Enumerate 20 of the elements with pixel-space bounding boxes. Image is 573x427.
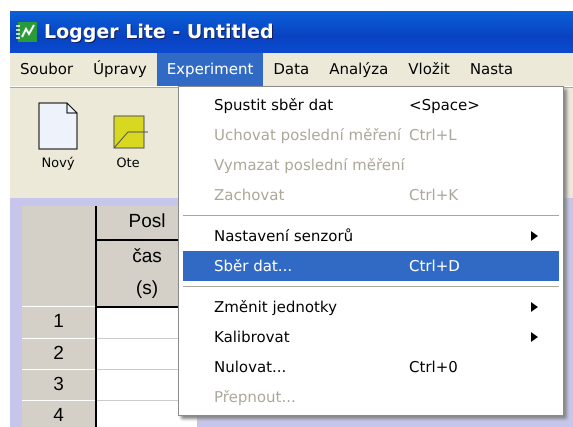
app-icon xyxy=(16,21,38,43)
menu-item[interactable]: Experiment xyxy=(156,53,264,86)
window-title: Logger Lite - Untitled xyxy=(44,21,274,43)
row-number: 4 xyxy=(22,400,96,427)
row-number: 1 xyxy=(22,306,96,338)
document-icon xyxy=(38,102,78,150)
menu-item[interactable]: Vložit xyxy=(398,53,460,86)
menu-item[interactable]: Data xyxy=(263,53,320,86)
menu-item[interactable]: Spustit sběr dat <Space> xyxy=(183,90,559,120)
row-number: 2 xyxy=(22,338,96,369)
menu-item[interactable]: Úpravy xyxy=(83,53,157,86)
open-button[interactable]: Ote xyxy=(100,88,156,199)
row-number: 3 xyxy=(22,369,96,400)
menu-item[interactable]: Nasta xyxy=(460,53,524,86)
menu-item[interactable]: Analýza xyxy=(319,53,398,86)
menu-item[interactable]: Nulovat... Ctrl+0 xyxy=(183,352,559,382)
menu-item[interactable]: Soubor xyxy=(10,53,84,86)
menu-item[interactable]: Sběr dat... Ctrl+D xyxy=(183,251,559,281)
new-button[interactable]: Nový xyxy=(30,88,86,199)
menu-item[interactable]: Kalibrovat xyxy=(183,322,559,352)
